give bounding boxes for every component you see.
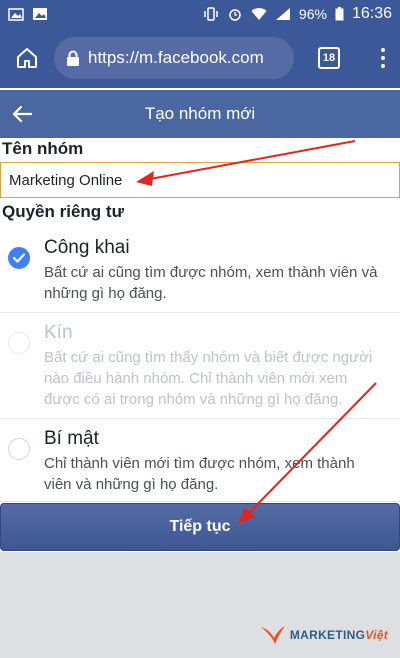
- radio-secret[interactable]: [8, 438, 30, 460]
- option-description: Bất cứ ai cũng tìm được nhóm, xem thành …: [44, 264, 378, 302]
- url-text: https://m.facebook.com: [88, 48, 264, 67]
- browser-menu-button[interactable]: [378, 46, 388, 70]
- status-bar: 96% 16:36: [0, 0, 400, 28]
- tabs-button[interactable]: 18: [318, 47, 340, 69]
- radio-public[interactable]: [8, 247, 30, 269]
- option-title: Kín: [44, 322, 73, 343]
- back-button[interactable]: [0, 90, 44, 138]
- home-icon: [17, 48, 37, 68]
- image-icon: [33, 8, 47, 20]
- gallery-icon: [8, 8, 24, 21]
- option-description: Chỉ thành viên mới tìm được nhóm, xem th…: [44, 455, 355, 493]
- wifi-icon: [251, 8, 267, 20]
- home-button[interactable]: [8, 39, 46, 77]
- bird-logo-icon: [260, 626, 285, 644]
- page-header: Tạo nhóm mới: [0, 90, 400, 138]
- vibrate-icon: [204, 7, 218, 21]
- logo-text-main: MARKETING: [289, 628, 366, 642]
- marketing-viet-logo: MARKETINGViệt: [260, 624, 388, 646]
- privacy-label: Quyền riêng tư: [2, 202, 124, 221]
- browser-toolbar: https://m.facebook.com 18: [0, 28, 400, 88]
- page-background: MARKETINGViệt: [0, 552, 400, 658]
- privacy-option-closed[interactable]: Kín Bất cứ ai cũng tìm thấy nhóm và biết…: [0, 313, 400, 419]
- lock-icon: [67, 50, 79, 66]
- battery-icon: [335, 7, 344, 21]
- logo-text-accent: Việt: [365, 628, 388, 642]
- option-description: Bất cứ ai cũng tìm thấy nhóm và biết đượ…: [44, 349, 373, 408]
- alarm-icon: [229, 9, 241, 21]
- clock: 16:36: [351, 5, 392, 22]
- option-title: Công khai: [44, 237, 130, 258]
- privacy-option-public[interactable]: Công khai Bất cứ ai cũng tìm được nhóm, …: [0, 228, 400, 313]
- url-field[interactable]: https://m.facebook.com: [54, 37, 294, 79]
- option-title: Bí mật: [44, 428, 99, 449]
- continue-button[interactable]: Tiếp tục: [0, 503, 400, 551]
- group-name-input[interactable]: [0, 162, 400, 198]
- group-name-label: Tên nhóm: [2, 139, 84, 158]
- page-title: Tạo nhóm mới: [144, 104, 256, 123]
- privacy-option-secret[interactable]: Bí mật Chỉ thành viên mới tìm được nhóm,…: [0, 419, 400, 502]
- radio-closed[interactable]: [8, 332, 30, 354]
- check-icon: [13, 253, 25, 263]
- signal-icon: [275, 8, 290, 20]
- battery-percent: 96%: [298, 6, 327, 22]
- back-arrow-icon: [12, 105, 32, 123]
